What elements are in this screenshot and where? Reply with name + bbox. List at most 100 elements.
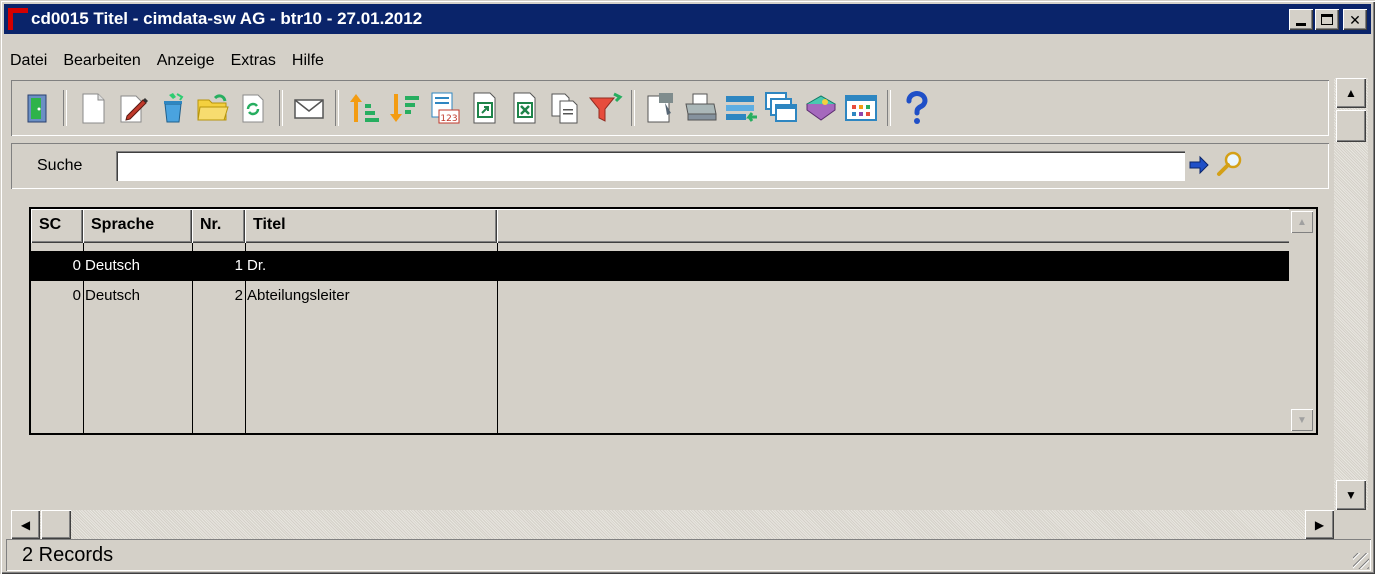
arrow-down-icon: ▼ [1297,414,1307,426]
email-button[interactable] [290,87,328,129]
scroll-right-button[interactable]: ▶ [1305,510,1334,539]
help-button[interactable] [898,87,936,129]
export-document-icon [473,92,496,124]
title-bar[interactable]: cd0015 Titel - cimdata-sw AG - btr10 - 2… [4,4,1371,34]
svg-text:123: 123 [440,114,457,124]
email-envelope-icon [294,99,324,119]
open-folder-icon [197,94,229,121]
edit-button[interactable] [114,87,152,129]
book-button[interactable] [802,87,840,129]
menu-bearbeiten[interactable]: Bearbeiten [57,52,146,70]
scroll-down-button[interactable]: ▼ [1336,480,1366,510]
cell-nr: 2 [234,287,243,304]
cell-sprache: Deutsch [85,257,141,274]
column-divider [245,243,246,433]
menu-hilfe[interactable]: Hilfe [286,52,330,70]
print-button[interactable] [682,87,720,129]
magnifier-icon[interactable] [1215,149,1245,179]
horizontal-scroll-thumb[interactable] [41,510,71,539]
menu-anzeige[interactable]: Anzeige [151,52,221,70]
excel-export-button[interactable] [506,87,544,129]
delete-button[interactable] [154,87,192,129]
windows-button[interactable] [762,87,800,129]
copy-button[interactable] [546,87,584,129]
printer-icon [685,93,717,121]
arrow-left-icon: ◀ [20,517,31,532]
edit-pencil-icon [120,95,148,123]
menu-datei[interactable]: Datei [4,52,53,70]
window-title: cd0015 Titel - cimdata-sw AG - btr10 - 2… [31,9,423,28]
exit-button[interactable] [18,87,56,129]
window-controls: ✕ [1287,9,1367,30]
menu-extras[interactable]: Extras [225,52,282,70]
table-scroll-up-button[interactable]: ▲ [1291,211,1313,233]
export-button[interactable] [466,87,504,129]
new-document-icon [82,93,105,124]
toolbar-separator [335,90,339,126]
menu-bar: Datei Bearbeiten Anzeige Extras Hilfe [4,48,334,74]
cell-sprache: Deutsch [85,287,141,304]
arrow-right-icon[interactable] [1187,153,1211,177]
table-button[interactable] [842,87,880,129]
number-list-button[interactable]: 123 [426,87,464,129]
arrow-down-icon: ▼ [1345,488,1357,502]
table-scrollbar[interactable]: ▲ ▼ [1289,209,1316,433]
toolbar-separator [63,90,67,126]
refresh-button[interactable] [234,87,272,129]
toolbar-separator [887,90,891,126]
number-list-icon: 123 [431,92,460,124]
sort-ascending-icon [350,94,379,122]
toolbar-separator [631,90,635,126]
sort-ascending-button[interactable] [346,87,384,129]
scroll-up-button[interactable]: ▲ [1336,78,1366,108]
properties-button[interactable] [642,87,680,129]
column-header-nr[interactable]: Nr. [192,209,245,243]
sort-descending-icon [390,94,419,122]
column-header-titel[interactable]: Titel [245,209,497,243]
search-input[interactable] [116,151,1185,181]
table-row[interactable]: 0 Deutsch 2 Abteilungsleiter [31,281,1293,311]
vertical-scrollbar[interactable]: ▲ ▼ [1334,78,1368,510]
column-header-empty[interactable] [497,209,1293,243]
book-icon [806,95,836,121]
table-scroll-down-button[interactable]: ▼ [1291,409,1313,431]
arrow-up-icon: ▲ [1297,216,1307,228]
toolbar-separator [279,90,283,126]
close-button[interactable]: ✕ [1343,9,1367,30]
app-logo-icon[interactable] [8,8,28,30]
maximize-button[interactable] [1315,9,1339,30]
open-button[interactable] [194,87,232,129]
table-grid-icon [845,95,877,121]
horizontal-scrollbar[interactable]: ◀ ▶ [11,510,1334,539]
resize-grip-icon[interactable] [1353,553,1369,569]
sort-descending-button[interactable] [386,87,424,129]
scroll-left-button[interactable]: ◀ [11,510,40,539]
table-row[interactable]: 0 Deutsch 1 Dr. [31,251,1293,281]
filter-button[interactable] [586,87,624,129]
search-bar: Suche [11,143,1329,189]
cell-titel: Dr. [247,257,267,274]
status-bar: 2 Records [6,539,1371,571]
cell-sc: 0 [72,257,81,274]
minimize-icon [1296,22,1306,26]
scrollbar-corner [1334,510,1368,539]
windows-cascade-icon [765,92,797,122]
excel-export-icon [513,92,536,124]
arrow-right-icon: ▶ [1314,517,1325,532]
column-divider [192,243,193,433]
new-button[interactable] [74,87,112,129]
filter-funnel-icon [588,92,623,122]
record-count: 2 Records [22,544,114,566]
arrow-up-icon: ▲ [1345,86,1357,100]
refresh-icon [242,94,264,123]
column-divider [497,243,498,433]
column-header-sc[interactable]: SC [31,209,83,243]
transfer-button[interactable] [722,87,760,129]
transfer-icon [726,96,757,122]
column-header-sprache[interactable]: Sprache [83,209,192,243]
vertical-scroll-thumb[interactable] [1336,110,1366,142]
close-icon: ✕ [1349,11,1361,28]
toolbar: 123 [11,80,1329,136]
minimize-button[interactable] [1289,9,1313,30]
recycle-delete-icon [164,93,184,123]
